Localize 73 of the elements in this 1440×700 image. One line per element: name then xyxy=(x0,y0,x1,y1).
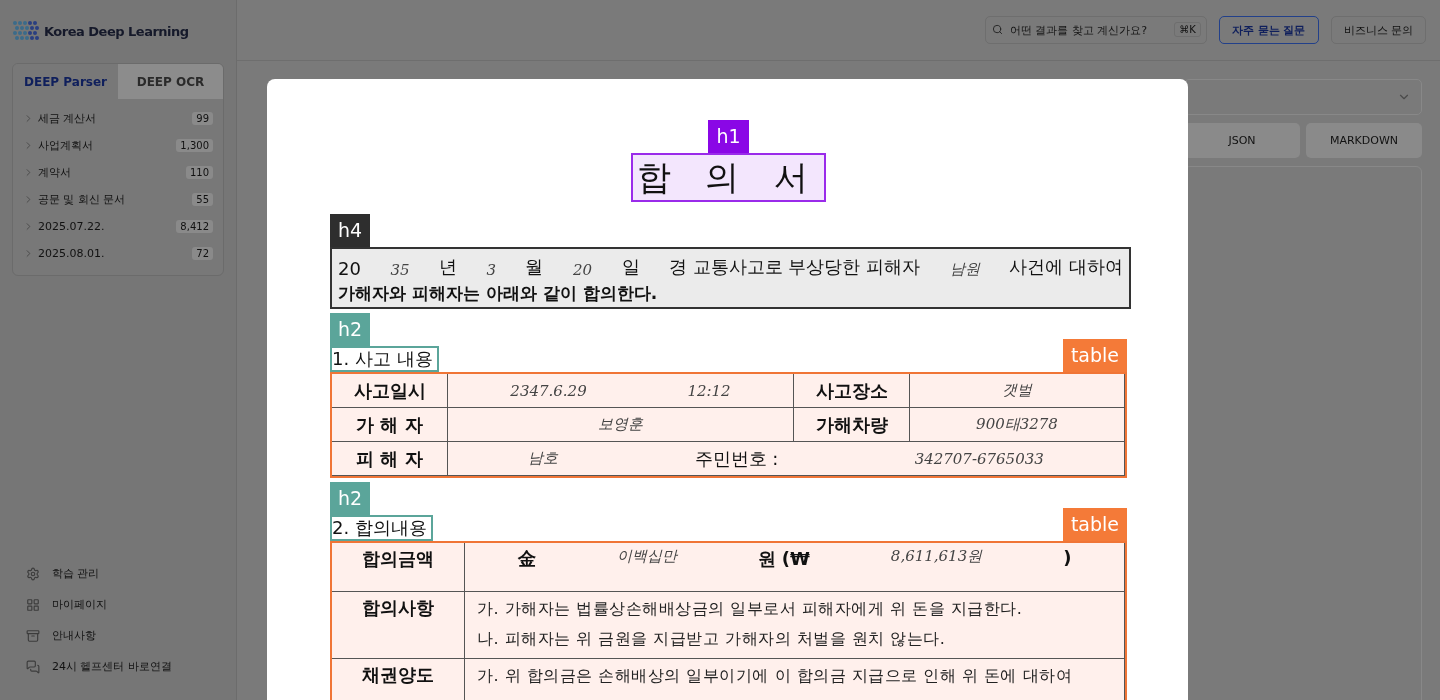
folder-count: 99 xyxy=(192,112,213,125)
printed-text: 사건에 대하여 xyxy=(1009,255,1123,279)
table-cell: 사고장소 xyxy=(794,374,910,408)
settings-icon xyxy=(26,566,40,581)
handwritten-text: 35 xyxy=(390,261,410,279)
region-tag: h4 xyxy=(330,214,371,247)
folder-label[interactable]: 공문 및 회신 문서 xyxy=(38,192,189,207)
header-button[interactable]: 비즈니스 문의 xyxy=(1330,16,1426,44)
table-cell-text: 나. 피해자는 위 금원을 지급받고 가해자의 처벌을 원치 않는다. xyxy=(477,628,947,650)
table-cell: 피 해 자 xyxy=(332,442,448,476)
sidebar-tab[interactable]: DEEP OCR xyxy=(118,64,223,99)
folder-count: 8,412 xyxy=(176,220,213,233)
handwritten-text: 남호 xyxy=(528,449,559,468)
handwritten-text: 이백십만 xyxy=(616,547,677,566)
region-tag: table xyxy=(1062,339,1127,372)
folder-count: 72 xyxy=(192,247,213,260)
section-heading: 1. 사고 내용 xyxy=(330,346,439,372)
table-cell: 사고일시 xyxy=(332,374,448,408)
format-button[interactable]: MARKDOWN xyxy=(1306,123,1422,158)
search-icon xyxy=(991,24,1003,35)
intro-text: 가해자와 피해자는 아래와 같이 합의한다. xyxy=(338,282,659,305)
section-heading: 2. 합의내용 xyxy=(330,515,433,541)
logo-mark-icon xyxy=(12,20,40,42)
table-cell-text: 가. 가해자는 법률상손해배상금의 일부로서 피해자에게 위 돈을 지급한다. xyxy=(477,598,1024,620)
region-tag: h2 xyxy=(330,313,371,346)
printed-text: 20 xyxy=(338,258,361,279)
grid-icon xyxy=(26,597,40,612)
menu-item[interactable]: 마이페이지 xyxy=(52,597,107,612)
box-icon xyxy=(26,628,40,643)
document-title: 합 의 서 xyxy=(630,153,827,202)
folder-count: 1,300 xyxy=(176,139,213,152)
table-cell: 채권양도 xyxy=(332,659,465,700)
region-tag: h2 xyxy=(330,482,371,515)
printed-text: 金 xyxy=(517,547,536,571)
handwritten-text: 3 xyxy=(486,261,496,279)
handwritten-text: 남원 xyxy=(949,260,980,279)
table-cell: 합의금액 xyxy=(332,543,465,592)
region-tag: h1 xyxy=(708,120,749,153)
handwritten-text: 20 xyxy=(572,261,593,279)
printed-text: 년 xyxy=(438,255,457,279)
folder-label[interactable]: 세금 계산서 xyxy=(38,111,189,126)
table-cell: 가 해 자 xyxy=(332,408,448,442)
shortcut-key: ⌘K xyxy=(1174,22,1201,37)
printed-text: 주민번호 : xyxy=(694,446,779,471)
folder-label[interactable]: 계약서 xyxy=(38,165,182,180)
handwritten-text: 342707-6765033 xyxy=(914,449,1044,468)
logo-text: Korea Deep Learning xyxy=(44,23,189,39)
handwritten-text: 8,611,613원 xyxy=(890,547,983,566)
handwritten-text: 2347.6.29 xyxy=(510,381,587,400)
folder-count: 55 xyxy=(192,193,213,206)
folder-label[interactable]: 2025.07.22. xyxy=(38,220,173,233)
menu-item[interactable]: 안내사항 xyxy=(52,628,96,643)
printed-text: 일 xyxy=(621,255,640,279)
folder-label[interactable]: 사업계획서 xyxy=(38,138,173,153)
printed-text: 월 xyxy=(525,255,544,279)
handwritten-text: 12:12 xyxy=(687,381,731,400)
folder-label[interactable]: 2025.08.01. xyxy=(38,247,189,260)
menu-item[interactable]: 학습 관리 xyxy=(52,566,100,581)
handwritten-text: 갯벌 xyxy=(1002,381,1032,400)
chat-icon xyxy=(26,659,40,674)
handwritten-text: 900태3278 xyxy=(976,415,1058,434)
table-cell: 가해차량 xyxy=(794,408,910,442)
printed-text: ) xyxy=(1063,547,1072,568)
region-tag: table xyxy=(1062,508,1127,541)
chevron-right-icon[interactable] xyxy=(23,248,34,259)
table-cell: 합의사항 xyxy=(332,592,465,659)
printed-text: 경 교통사고로 부상당한 피해자 xyxy=(669,255,921,279)
menu-item[interactable]: 24시 헬프센터 바로연결 xyxy=(52,659,172,674)
handwritten-text: 보영훈 xyxy=(598,415,643,434)
printed-text: 원 (₩ xyxy=(757,547,810,571)
folder-count: 110 xyxy=(185,166,213,179)
header-button[interactable]: 자주 묻는 질문 xyxy=(1218,16,1319,44)
table-cell-text: 가. 위 합의금은 손해배상의 일부이기에 이 합의금 지급으로 인해 위 돈에 대하여 xyxy=(477,665,1074,687)
